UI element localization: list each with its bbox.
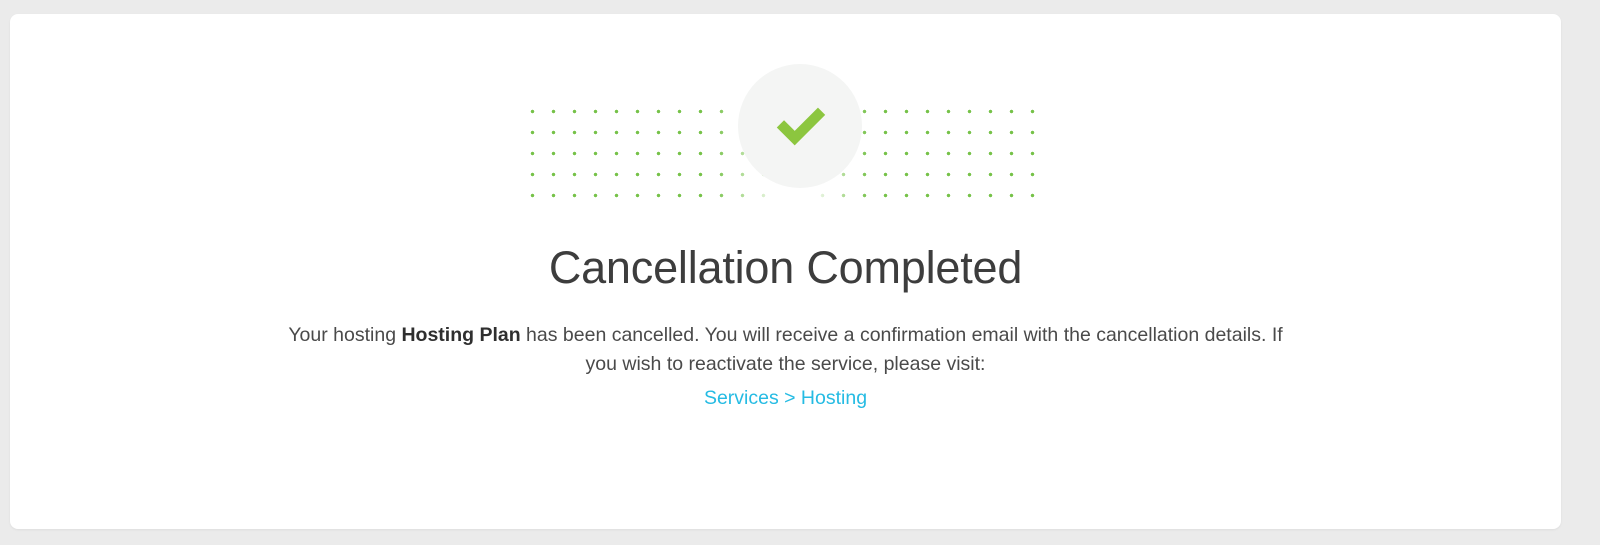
services-hosting-link[interactable]: Services > Hosting [704,384,867,413]
check-mark-icon [776,107,825,146]
success-icon-circle [738,64,862,188]
confirmation-description: Your hosting Hosting Plan has been cance… [280,294,1292,378]
cancellation-confirmation-card: Cancellation Completed Your hosting Host… [10,14,1561,529]
hero-illustration [10,14,1561,219]
page-root: Cancellation Completed Your hosting Host… [0,0,1600,545]
description-suffix: has been cancelled. You will receive a c… [520,324,1283,375]
description-prefix: Your hosting [288,324,402,347]
plan-name: Hosting Plan [401,324,521,347]
page-title: Cancellation Completed [548,242,1023,293]
confirmation-content: Cancellation Completed Your hosting Host… [10,219,1561,413]
